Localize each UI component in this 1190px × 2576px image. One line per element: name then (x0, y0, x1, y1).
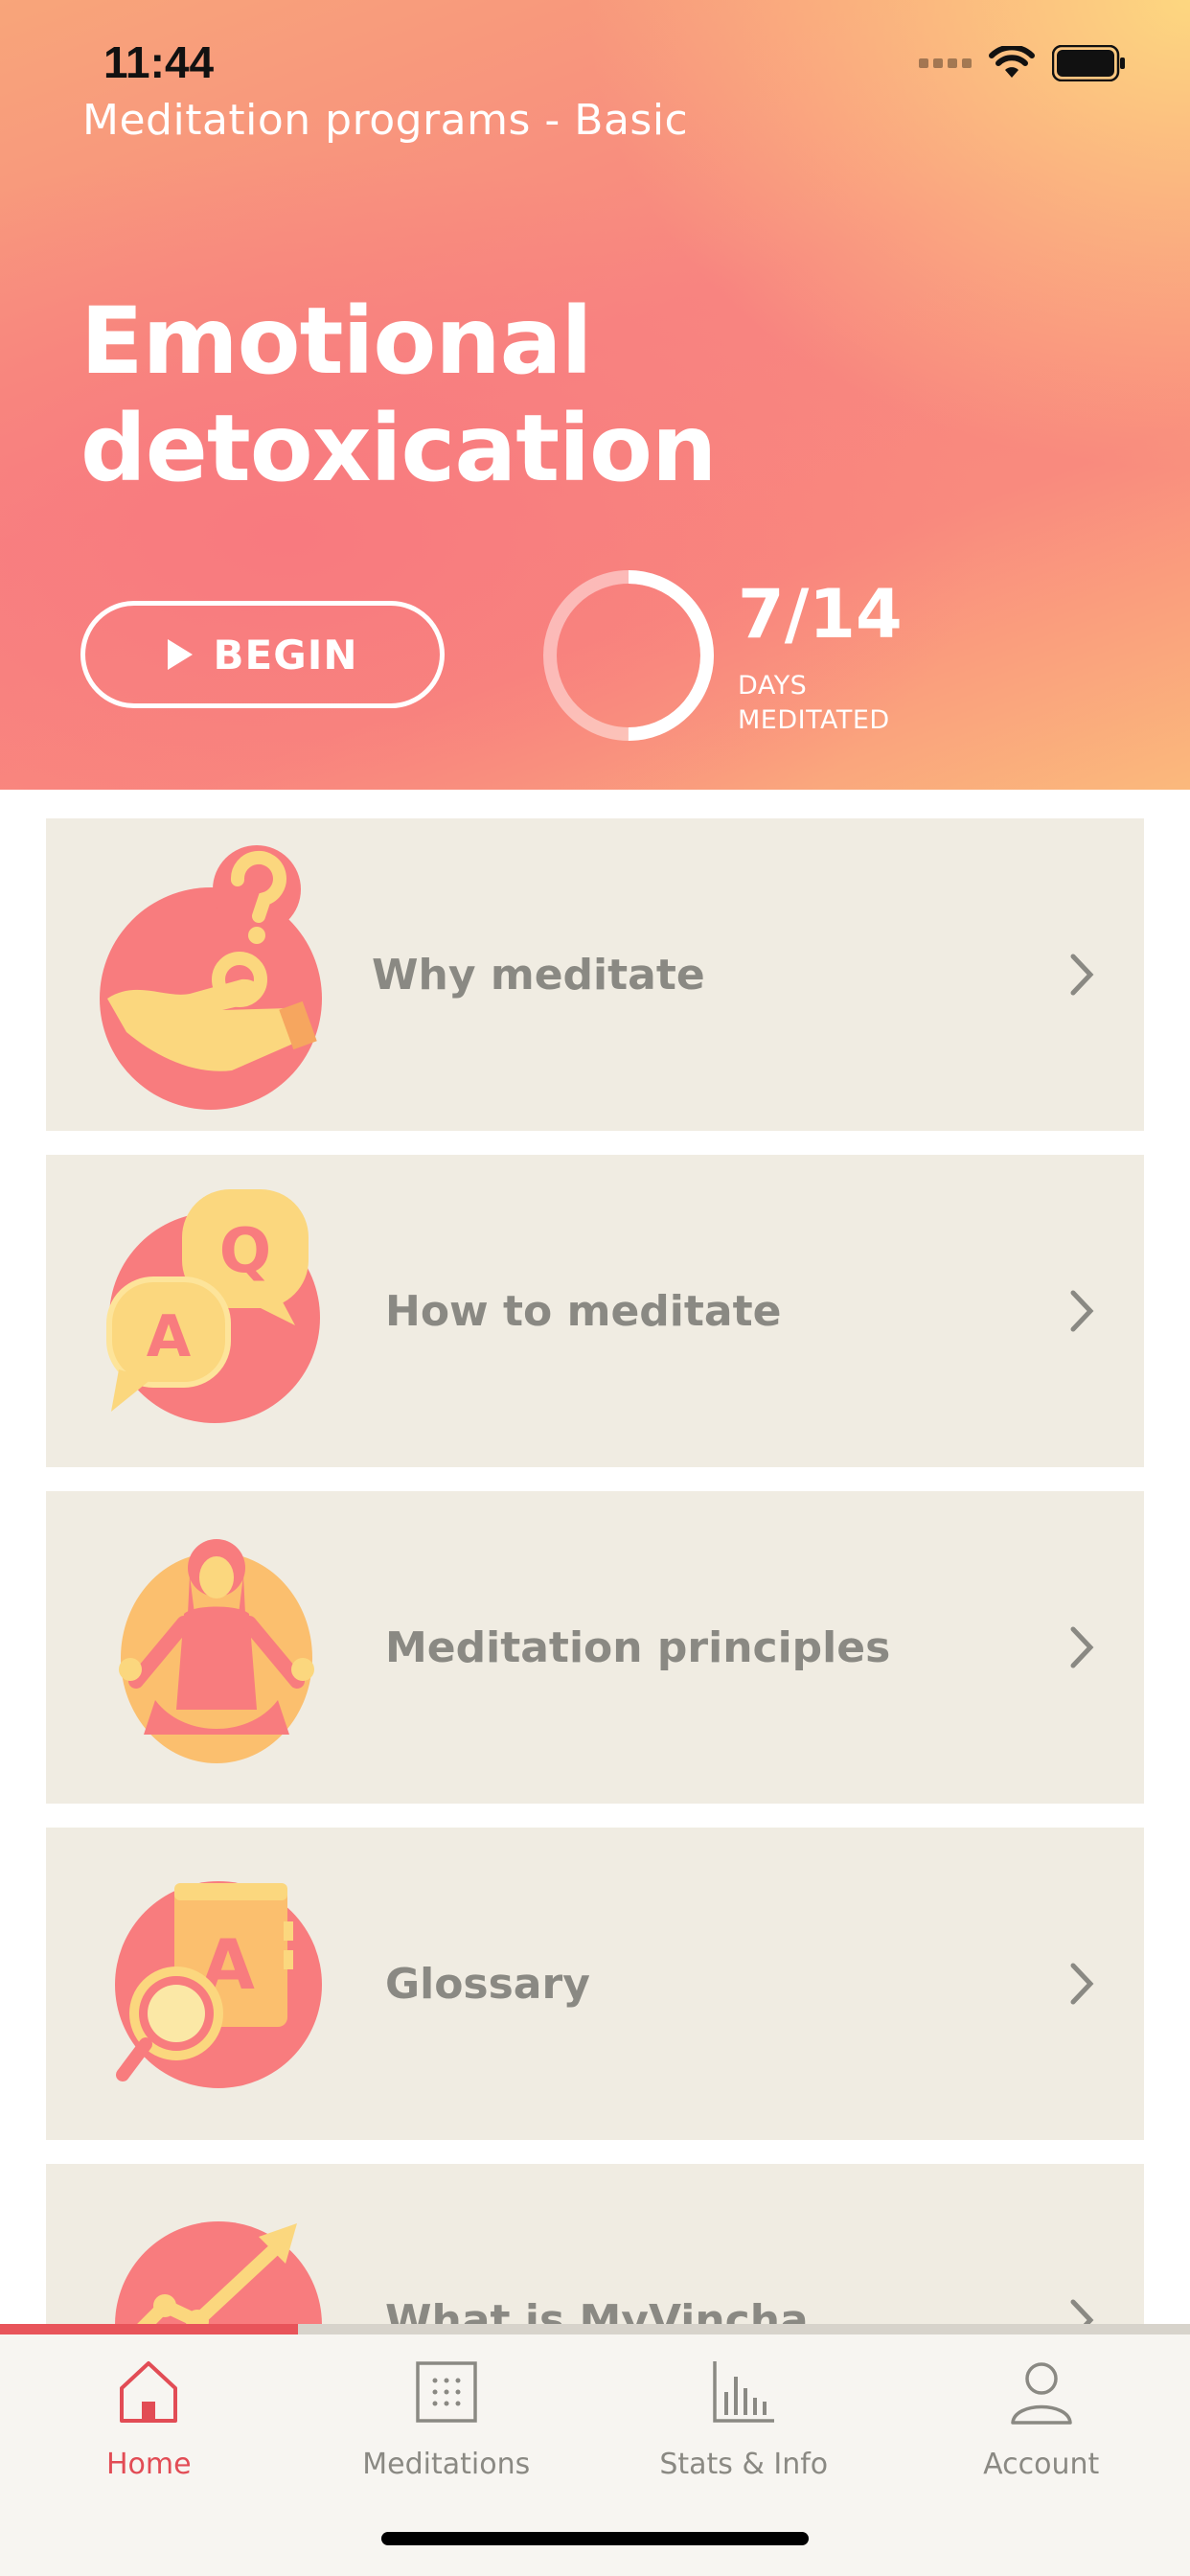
svg-text:Q: Q (219, 1216, 271, 1287)
tab-home[interactable]: Home (0, 2334, 298, 2576)
days-progress-value: 7/14 (738, 575, 903, 654)
card-label: Why meditate (372, 950, 705, 1000)
begin-button[interactable]: BEGIN (80, 601, 445, 708)
svg-text:A: A (147, 1303, 192, 1370)
chevron-right-icon (1070, 1626, 1094, 1668)
days-progress-caption: DAYS MEDITATED (738, 669, 949, 738)
caption-line-days: DAYS (738, 671, 808, 701)
card-label: How to meditate (385, 1286, 782, 1336)
card-glossary[interactable]: A Glossary (46, 1828, 1144, 2140)
play-icon (167, 639, 193, 670)
chevron-right-icon (1070, 954, 1094, 996)
chevron-right-icon (1070, 1963, 1094, 2005)
program-title: Emotional detoxication (80, 288, 717, 502)
chevron-right-icon (1070, 1290, 1094, 1332)
tab-account[interactable]: Account (893, 2334, 1190, 2576)
program-subtitle: Meditation programs - Basic (82, 96, 689, 145)
battery-icon (1052, 45, 1125, 81)
home-icon (120, 2361, 178, 2423)
bar-chart-icon (713, 2361, 775, 2423)
tab-label: Home (105, 2448, 192, 2481)
card-how-to-meditate[interactable]: Q A How to meditate (46, 1155, 1144, 1467)
card-why-meditate[interactable]: Why meditate (46, 818, 1144, 1131)
status-icons (919, 44, 1127, 82)
tab-label: Meditations (362, 2448, 531, 2481)
program-progress-fill (0, 2324, 298, 2334)
wifi-icon (989, 46, 1035, 78)
grid-icon (416, 2361, 477, 2423)
tab-label: Account (983, 2448, 1100, 2481)
meditating-woman-icon (119, 1539, 314, 1763)
glossary-book-icon: A (115, 1881, 322, 2088)
begin-label: BEGIN (213, 631, 358, 678)
home-indicator (381, 2532, 809, 2545)
program-header: 11:44 Meditation programs - Basic Emotio… (0, 0, 1190, 790)
tab-label: Stats & Info (659, 2448, 829, 2481)
hand-question-icon (100, 845, 322, 1110)
status-time: 11:44 (103, 37, 215, 87)
program-sections-list: Why meditate Q A How to meditate Meditat… (46, 818, 1144, 2500)
card-meditation-principles[interactable]: Meditation principles (46, 1491, 1144, 1804)
person-icon (1011, 2362, 1072, 2425)
card-label: Meditation principles (385, 1622, 891, 1672)
program-progress-bar (0, 2324, 1190, 2334)
card-label: Glossary (385, 1959, 590, 2009)
caption-line-meditated: MEDITATED (738, 705, 890, 735)
qa-bubbles-icon: Q A (106, 1189, 320, 1423)
days-progress-ring (543, 570, 714, 741)
cellular-signal-icon (919, 58, 972, 68)
